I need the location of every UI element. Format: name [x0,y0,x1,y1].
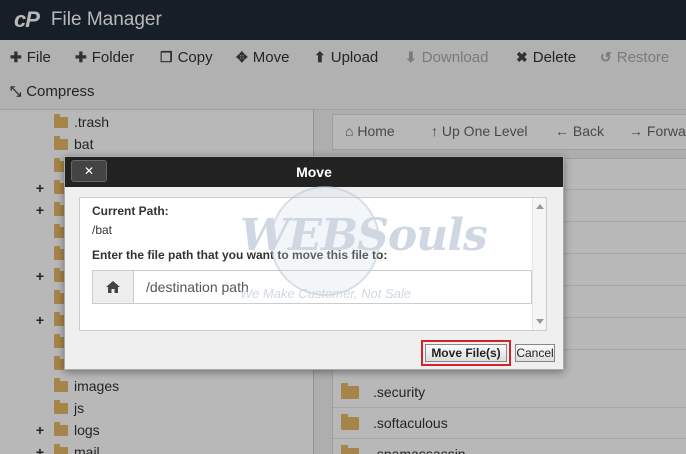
home-icon [106,281,120,293]
current-path-value: /bat [92,223,113,237]
move-files-highlight: Move File(s) [421,340,511,366]
scroll-up-icon[interactable] [536,204,544,209]
move-dialog: Move ✕ Current Path: /bat Enter the file… [64,156,564,370]
destination-path-input[interactable] [134,271,531,303]
close-button[interactable]: ✕ [71,160,107,182]
home-addon [93,271,134,303]
current-path-label: Current Path: [92,204,169,218]
scroll-down-icon[interactable] [536,319,544,324]
dialog-title: Move [65,157,563,187]
cancel-button[interactable]: Cancel [515,344,555,362]
dialog-body: Current Path: /bat Enter the file path t… [79,197,547,331]
destination-input-group [92,270,532,304]
destination-prompt: Enter the file path that you want to mov… [92,248,388,262]
dialog-scrollbar[interactable] [532,198,546,330]
dialog-footer: Move File(s) Cancel [65,337,563,369]
move-files-button[interactable]: Move File(s) [425,344,507,362]
